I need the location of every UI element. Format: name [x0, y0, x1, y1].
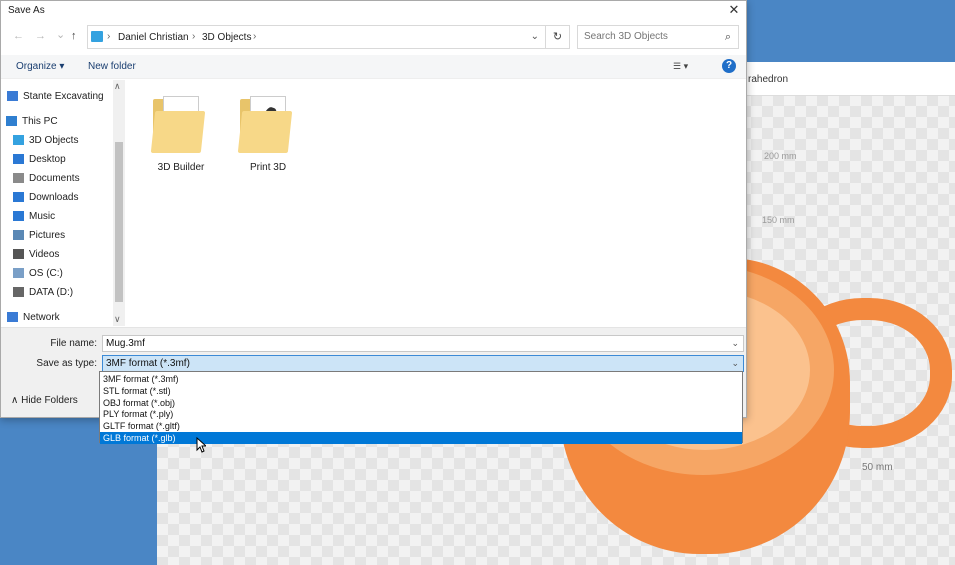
organize-button[interactable]: Organize ▾	[16, 61, 64, 72]
breadcrumb-daniel-christian[interactable]: Daniel Christian	[118, 32, 189, 43]
type-option[interactable]: OBJ format (*.obj)	[100, 397, 742, 409]
folder-3d-builder[interactable]: 3D Builder	[141, 93, 221, 183]
back-arrow-icon[interactable]: ←	[13, 30, 24, 42]
desktop-icon	[13, 154, 24, 164]
nav-item-music[interactable]: Music	[1, 208, 113, 226]
nav-item-label: OS (C:)	[29, 268, 63, 279]
navigation-scrollbar[interactable]: ∧ ∨	[113, 80, 125, 326]
nav-item-label: Videos	[29, 249, 60, 260]
save-as-type-value: 3MF format (*.3mf)	[106, 358, 190, 369]
breadcrumb-separator: ›	[192, 31, 196, 42]
music-icon	[13, 211, 24, 221]
ruler-label-200: 200 mm	[764, 151, 797, 161]
forward-arrow-icon[interactable]: →	[35, 30, 46, 42]
chevron-down-icon[interactable]: ⌄	[531, 31, 539, 42]
ruler-label-150: 150 mm	[762, 215, 795, 225]
up-arrow-icon[interactable]: ↑	[71, 30, 77, 42]
folder-label: Print 3D	[249, 162, 287, 173]
nav-item-label: This PC	[22, 116, 58, 127]
background-tab-label[interactable]: rahedron	[748, 74, 788, 85]
nav-item-videos[interactable]: Videos	[1, 246, 113, 264]
type-option[interactable]: PLY format (*.ply)	[100, 408, 742, 420]
address-row: ← → ⌄ ↑ › Daniel Christian › 3D Objects …	[1, 25, 746, 51]
folder-icon	[237, 93, 293, 153]
dialog-title: Save As	[8, 5, 45, 16]
search-box[interactable]: ⌕	[577, 25, 739, 49]
breadcrumb-separator: ›	[107, 31, 111, 42]
address-bar[interactable]: › Daniel Christian › 3D Objects › ⌄	[87, 25, 546, 49]
nav-item-label: Documents	[29, 173, 80, 184]
nav-item-this-pc[interactable]: This PC	[1, 113, 113, 131]
nav-item-downloads[interactable]: Downloads	[1, 189, 113, 207]
save-as-type-dropdown-list: 3MF format (*.3mf) STL format (*.stl) OBJ …	[99, 371, 743, 444]
nav-item-label: Music	[29, 211, 56, 222]
nav-item-label: DATA (D:)	[29, 287, 74, 298]
drive-icon	[13, 268, 24, 278]
navigation-pane: Stante Excavating This PC 3D Objects Deskto…	[1, 80, 125, 326]
save-as-type-label: Save as type:	[36, 358, 97, 369]
download-icon	[13, 192, 24, 202]
computer-icon	[6, 116, 17, 126]
type-option[interactable]: STL format (*.stl)	[100, 385, 742, 397]
nav-item-stante-excavating[interactable]: Stante Excavating	[1, 88, 113, 106]
file-name-input[interactable]	[106, 338, 706, 349]
nav-item-label: 3D Objects	[29, 135, 79, 146]
save-as-type-select[interactable]: 3MF format (*.3mf) ⌄	[102, 355, 744, 372]
document-icon	[13, 173, 24, 183]
nav-item-pictures[interactable]: Pictures	[1, 227, 113, 245]
folder-print-3d[interactable]: Print 3D	[228, 93, 308, 183]
nav-item-desktop[interactable]: Desktop	[1, 151, 113, 169]
nav-item-data-d[interactable]: DATA (D:)	[1, 284, 113, 302]
scroll-up-icon[interactable]: ∧	[114, 81, 121, 92]
new-folder-button[interactable]: New folder	[88, 61, 136, 72]
chevron-down-icon[interactable]: ⌄	[731, 338, 739, 349]
breadcrumb-3d-objects[interactable]: 3D Objects	[202, 32, 251, 43]
help-icon[interactable]: ?	[722, 59, 736, 73]
folder-label: 3D Builder	[157, 162, 205, 173]
file-name-field[interactable]: ⌄	[102, 335, 744, 352]
mouse-cursor-icon	[196, 437, 206, 453]
nav-item-label: Pictures	[29, 230, 66, 241]
nav-item-documents[interactable]: Documents	[1, 170, 113, 188]
scrollbar-thumb[interactable]	[115, 142, 123, 302]
file-name-label: File name:	[50, 338, 97, 349]
nav-item-label: Downloads	[29, 192, 79, 203]
nav-item-label: Stante Excavating	[23, 91, 104, 102]
nav-item-3d-objects[interactable]: 3D Objects	[1, 132, 113, 150]
hide-folders-button[interactable]: ∧ Hide Folders	[11, 395, 78, 406]
video-icon	[13, 249, 24, 259]
save-as-dialog: Save As ✕ ← → ⌄ ↑ › Daniel Christian › 3…	[0, 0, 747, 418]
network-icon	[7, 312, 18, 322]
nav-item-network[interactable]: Network	[1, 309, 113, 326]
dialog-titlebar[interactable]: Save As ✕	[1, 1, 746, 21]
cube-icon	[13, 135, 24, 145]
search-input[interactable]	[584, 31, 714, 42]
close-icon[interactable]: ✕	[724, 1, 744, 19]
folder-icon	[150, 93, 206, 153]
pictures-icon	[13, 230, 24, 240]
breadcrumb-separator[interactable]: ›	[253, 31, 256, 42]
type-option[interactable]: 3MF format (*.3mf)	[100, 373, 742, 385]
building-icon	[7, 91, 18, 101]
scroll-down-icon[interactable]: ∨	[114, 314, 121, 325]
type-option[interactable]: GLTF format (*.gltf)	[100, 420, 742, 432]
cube-icon	[91, 31, 103, 42]
search-icon[interactable]: ⌕	[725, 31, 731, 44]
nav-item-os-c[interactable]: OS (C:)	[1, 265, 113, 283]
ruler-label-50: 50 mm	[862, 462, 893, 473]
refresh-icon[interactable]: ↻	[546, 25, 570, 49]
command-toolbar: Organize ▾ New folder ☰ ▾ ?	[1, 55, 746, 79]
nav-item-label: Network	[23, 312, 60, 323]
chevron-down-icon[interactable]: ⌄	[731, 358, 739, 369]
recent-locations-icon[interactable]: ⌄	[56, 28, 65, 41]
view-options-icon[interactable]: ☰ ▾	[673, 61, 688, 72]
drive-icon	[13, 287, 24, 297]
nav-item-label: Desktop	[29, 154, 66, 165]
